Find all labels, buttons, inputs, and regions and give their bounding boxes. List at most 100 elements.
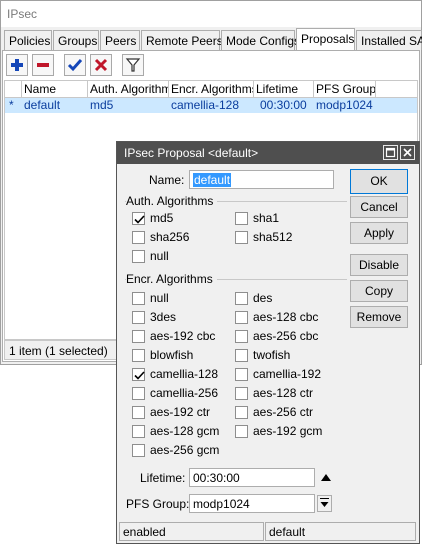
name-field[interactable]: default — [189, 170, 334, 189]
checkbox-aes-128-gcm[interactable]: aes-128 gcm — [132, 424, 232, 440]
auth-section-label: Auth. Algorithms — [126, 194, 218, 208]
checkbox-3des[interactable]: 3des — [132, 310, 232, 326]
checkbox-blowfish[interactable]: blowfish — [132, 348, 232, 364]
unchecked-box[interactable] — [235, 311, 248, 324]
close-button[interactable] — [400, 145, 415, 160]
checkbox-aes-192-ctr[interactable]: aes-192 ctr — [132, 405, 232, 421]
dialog-status-enabled: enabled — [119, 522, 264, 541]
checkbox-aes-256-ctr[interactable]: aes-256 ctr — [235, 405, 335, 421]
unchecked-box[interactable] — [235, 368, 248, 381]
checkbox-label: md5 — [150, 211, 174, 225]
ok-button[interactable]: OK — [350, 169, 408, 194]
disable-button[interactable]: Disable — [350, 254, 408, 276]
unchecked-box[interactable] — [132, 406, 145, 419]
checkbox-label: twofish — [253, 348, 291, 362]
checkbox-aes-256-gcm[interactable]: aes-256 gcm — [132, 443, 232, 459]
unchecked-box[interactable] — [235, 349, 248, 362]
unchecked-box[interactable] — [235, 330, 248, 343]
checkbox-label: des — [253, 291, 273, 305]
dialog-title: IPsec Proposal <default> — [124, 146, 259, 160]
cancel-button[interactable]: Cancel — [350, 196, 408, 218]
checkbox-label: null — [150, 291, 169, 305]
check-icon — [134, 371, 145, 380]
tab-peers[interactable]: Peers — [100, 30, 140, 50]
unchecked-box[interactable] — [132, 250, 145, 263]
dialog-title-bar[interactable]: IPsec Proposal <default> — [117, 142, 419, 164]
remove-button[interactable] — [32, 54, 54, 76]
checkbox-twofish[interactable]: twofish — [235, 348, 335, 364]
unchecked-box[interactable] — [235, 425, 248, 438]
checkbox-des[interactable]: des — [235, 291, 335, 307]
column-header-auth[interactable]: Auth. Algorithms — [88, 81, 169, 98]
unchecked-box[interactable] — [235, 406, 248, 419]
checkbox-label: 3des — [150, 310, 177, 324]
filter-icon — [125, 58, 141, 72]
unchecked-box[interactable] — [132, 330, 145, 343]
apply-button[interactable]: Apply — [350, 222, 408, 244]
column-header-pfs[interactable]: PFS Group — [314, 81, 376, 98]
column-header-flag[interactable] — [5, 81, 22, 98]
tab-remote-peers[interactable]: Remote Peers — [141, 30, 223, 50]
enable-button[interactable] — [64, 54, 86, 76]
checkbox-sha1[interactable]: sha1 — [235, 211, 335, 227]
checkbox-label: blowfish — [150, 348, 194, 362]
filter-button[interactable] — [122, 54, 144, 76]
checkbox-aes-256-cbc[interactable]: aes-256 cbc — [235, 329, 335, 345]
checkbox-label: camellia-192 — [253, 367, 322, 381]
checkbox-md5[interactable]: md5 — [132, 211, 232, 227]
unchecked-box[interactable] — [132, 292, 145, 305]
unchecked-box[interactable] — [132, 444, 145, 457]
row-auth: md5 — [90, 98, 114, 112]
tab-proposals[interactable]: Proposals — [296, 28, 355, 50]
pfs-group-select[interactable]: modp1024 — [189, 494, 315, 513]
column-header-encr[interactable]: Encr. Algorithms — [169, 81, 254, 98]
title-bar[interactable]: IPsec — [1, 1, 421, 27]
close-icon — [403, 148, 412, 157]
checkbox-label: sha1 — [253, 211, 280, 225]
checkbox-label: camellia-128 — [150, 367, 219, 381]
unchecked-box[interactable] — [235, 387, 248, 400]
checked-box[interactable] — [132, 212, 145, 225]
checkbox-label: sha256 — [150, 230, 190, 244]
unchecked-box[interactable] — [132, 349, 145, 362]
disable-button[interactable] — [90, 54, 112, 76]
tab-policies[interactable]: Policies — [4, 30, 52, 50]
checked-box[interactable] — [132, 368, 145, 381]
window-title: IPsec — [7, 7, 38, 21]
unchecked-box[interactable] — [235, 231, 248, 244]
pfs-group-dropdown-button[interactable] — [317, 495, 332, 512]
checkbox-aes-128-ctr[interactable]: aes-128 ctr — [235, 386, 335, 402]
checkbox-null[interactable]: null — [132, 291, 232, 307]
remove-button[interactable]: Remove — [350, 306, 408, 328]
restore-button[interactable] — [383, 145, 398, 160]
checkbox-aes-192-gcm[interactable]: aes-192 gcm — [235, 424, 335, 440]
checkbox-label: aes-128 ctr — [253, 386, 314, 400]
dialog-status-name: default — [265, 522, 416, 541]
checkbox-label: aes-192 gcm — [253, 424, 323, 438]
checkbox-aes-128-cbc[interactable]: aes-128 cbc — [235, 310, 335, 326]
checkbox-camellia-256[interactable]: camellia-256 — [132, 386, 232, 402]
checkbox-null[interactable]: null — [132, 249, 232, 265]
checkbox-camellia-192[interactable]: camellia-192 — [235, 367, 335, 383]
unchecked-box[interactable] — [235, 292, 248, 305]
tab-mode-configs[interactable]: Mode Configs — [221, 30, 300, 50]
unchecked-box[interactable] — [132, 387, 145, 400]
checkbox-sha256[interactable]: sha256 — [132, 230, 232, 246]
column-header-name[interactable]: Name — [22, 81, 88, 98]
tab-groups[interactable]: Groups — [53, 30, 99, 50]
unchecked-box[interactable] — [132, 231, 145, 244]
tab-installed-sas[interactable]: Installed SAs — [356, 30, 422, 50]
copy-button[interactable]: Copy — [350, 280, 408, 302]
column-header-lifetime[interactable]: Lifetime — [254, 81, 314, 98]
table-row[interactable]: * default md5 camellia-128 00:30:00 modp… — [5, 98, 417, 113]
checkbox-camellia-128[interactable]: camellia-128 — [132, 367, 232, 383]
lifetime-field[interactable]: 00:30:00 — [189, 468, 315, 487]
checkbox-aes-192-cbc[interactable]: aes-192 cbc — [132, 329, 232, 345]
lifetime-label: Lifetime: — [140, 471, 186, 485]
unchecked-box[interactable] — [132, 425, 145, 438]
checkbox-sha512[interactable]: sha512 — [235, 230, 335, 246]
triangle-up-icon[interactable] — [321, 474, 331, 481]
unchecked-box[interactable] — [235, 212, 248, 225]
add-button[interactable] — [6, 54, 28, 76]
unchecked-box[interactable] — [132, 311, 145, 324]
